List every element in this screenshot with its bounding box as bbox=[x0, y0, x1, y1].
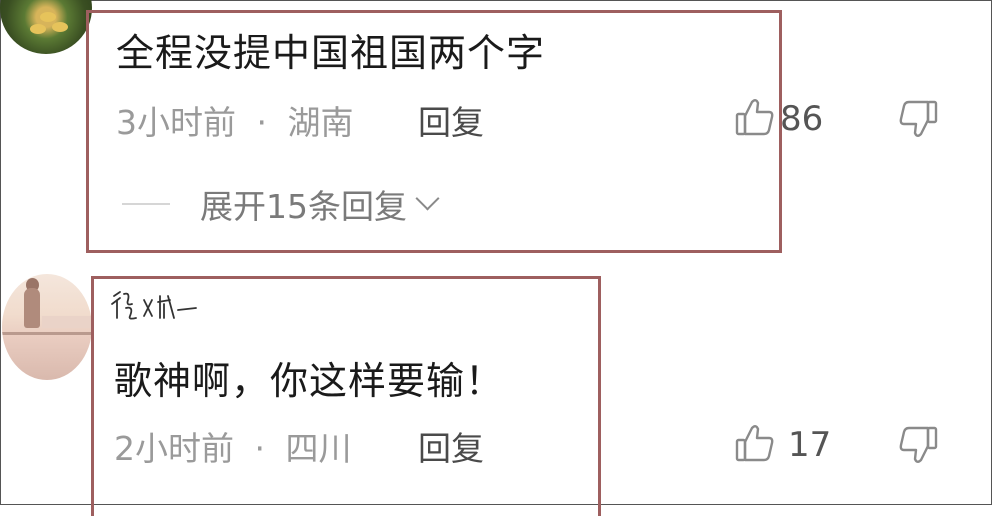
comment-location: 四川 bbox=[285, 429, 352, 468]
avatar-flower-decoration bbox=[30, 24, 46, 34]
avatar-flower-decoration bbox=[40, 12, 56, 22]
divider-line bbox=[122, 203, 170, 205]
thumbs-up-icon bbox=[734, 422, 776, 468]
thumbs-down-icon bbox=[897, 100, 939, 144]
avatar-flower-decoration bbox=[52, 22, 68, 32]
expand-replies-button[interactable]: 展开15条回复 bbox=[122, 182, 440, 226]
meta-separator: · bbox=[256, 103, 268, 142]
comment-time: 3小时前 bbox=[116, 103, 236, 142]
dislike-button[interactable] bbox=[897, 424, 939, 470]
avatar-figure bbox=[24, 288, 40, 328]
comment-text: 歌神啊，你这样要输！ bbox=[114, 359, 505, 403]
avatar-railing bbox=[2, 332, 92, 335]
thumbs-down-icon bbox=[897, 426, 939, 470]
like-count: 17 bbox=[788, 425, 832, 465]
like-count: 86 bbox=[780, 99, 824, 139]
meta-separator: · bbox=[254, 429, 266, 468]
reply-button[interactable]: 回复 bbox=[418, 96, 484, 144]
avatar-scenery bbox=[42, 316, 92, 328]
username-signature[interactable] bbox=[108, 288, 198, 324]
comment-time: 2小时前 bbox=[114, 429, 234, 468]
comment-text: 全程没提中国祖国两个字 bbox=[116, 31, 546, 75]
avatar[interactable] bbox=[2, 274, 92, 380]
chevron-down-icon bbox=[415, 185, 440, 211]
thumbs-up-icon bbox=[734, 96, 776, 142]
like-button[interactable]: 17 bbox=[734, 422, 831, 468]
comment-meta: 3小时前 · 湖南 bbox=[116, 96, 354, 144]
comment-meta: 2小时前 · 四川 bbox=[114, 422, 352, 470]
like-button[interactable]: 86 bbox=[734, 96, 823, 142]
comment-location: 湖南 bbox=[287, 103, 354, 142]
reply-button[interactable]: 回复 bbox=[418, 422, 484, 470]
expand-replies-label: 展开15条回复 bbox=[200, 187, 407, 226]
dislike-button[interactable] bbox=[897, 98, 939, 144]
